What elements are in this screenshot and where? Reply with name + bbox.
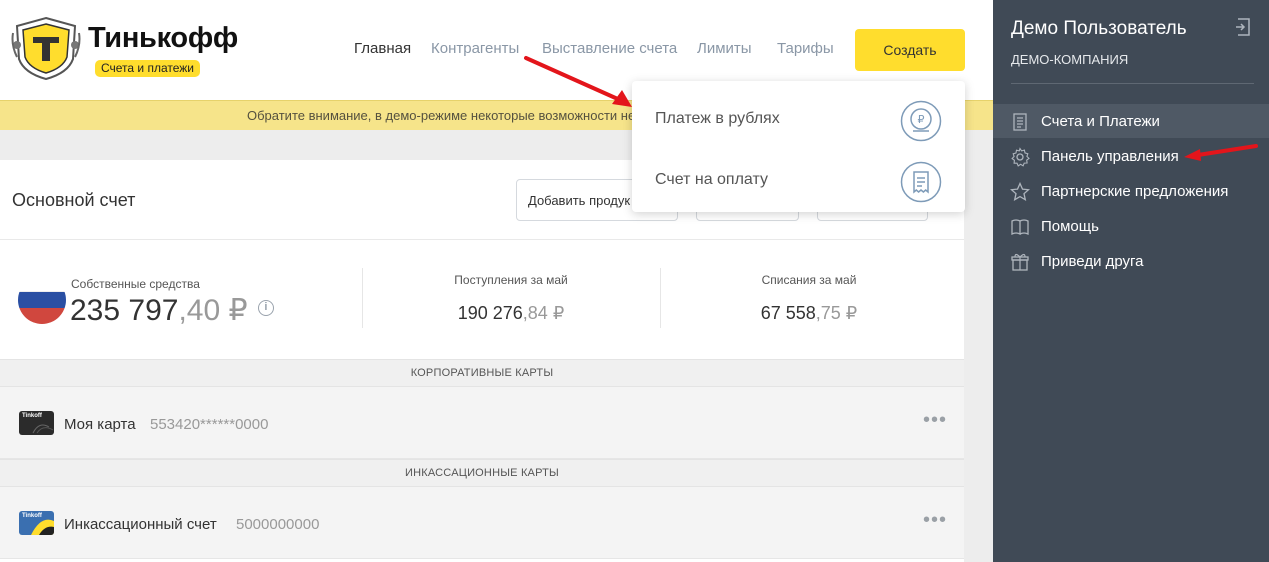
demo-notice-text: Обратите внимание, в демо-режиме некотор… xyxy=(247,108,643,123)
more-options-icon[interactable]: ••• xyxy=(923,509,947,532)
menu-item-label: Счет на оплату xyxy=(655,171,768,188)
logout-icon[interactable] xyxy=(1235,18,1251,36)
list-item[interactable]: Tinkoff Моя карта 553420******0000 ••• xyxy=(0,387,964,459)
collection-cards-header: ИНКАССАЦИОННЫЕ КАРТЫ xyxy=(0,459,964,487)
card-number: 553420******0000 xyxy=(150,416,269,433)
sidebar: Демо Пользователь ДЕМО-КОМПАНИЯ Счета и … xyxy=(993,0,1269,562)
russia-flag-icon xyxy=(18,276,66,324)
sidebar-item-label: Счета и Платежи xyxy=(1041,113,1160,130)
create-button[interactable]: Создать xyxy=(855,29,965,71)
expense-amount-int: 67 558 xyxy=(760,303,816,323)
list-item[interactable]: Tinkoff Инкассационный счет 5000000000 •… xyxy=(0,487,964,559)
corporate-cards-header: КОРПОРАТИВНЫЕ КАРТЫ xyxy=(0,359,964,387)
user-name: Демо Пользователь xyxy=(1011,18,1187,39)
more-options-icon[interactable]: ••• xyxy=(923,409,947,432)
sidebar-item-label: Панель управления xyxy=(1041,148,1179,165)
tinkoff-emblem-icon[interactable] xyxy=(11,15,81,81)
nav-item-home[interactable]: Главная xyxy=(354,40,411,57)
gift-icon xyxy=(1011,253,1029,271)
create-dropdown-menu: Платеж в рублях ₽ Счет на оплату xyxy=(632,81,965,212)
book-icon xyxy=(1011,219,1029,236)
nav-item-limits[interactable]: Лимиты xyxy=(697,40,752,57)
menu-item-label: Платеж в рублях xyxy=(655,110,780,127)
brand-subtitle-badge: Счета и платежи xyxy=(95,60,201,77)
expense-label: Списания за май xyxy=(761,273,857,287)
svg-text:₽: ₽ xyxy=(918,113,925,126)
income-amount-frac: ,84 ₽ xyxy=(522,303,565,323)
sidebar-item-accounts-payments[interactable]: Счета и Платежи xyxy=(993,104,1269,138)
sidebar-item-label: Партнерские предложения xyxy=(1041,183,1229,200)
card-name: Моя карта xyxy=(64,416,136,433)
divider xyxy=(660,268,661,328)
own-funds-amount-int: 235 797 xyxy=(70,294,179,327)
sidebar-item-help[interactable]: Помощь xyxy=(993,209,1269,243)
star-icon xyxy=(1010,182,1030,202)
sidebar-item-label: Помощь xyxy=(1041,218,1099,235)
company-name: ДЕМО-КОМПАНИЯ xyxy=(1011,52,1129,67)
card-thumbnail-icon: Tinkoff xyxy=(19,511,54,535)
sidebar-item-partner-offers[interactable]: Партнерские предложения xyxy=(993,174,1269,208)
income-amount: 190 276,84 ₽ xyxy=(411,303,611,324)
income-label: Поступления за май xyxy=(454,273,568,287)
brand-name: Тинькофф xyxy=(88,22,238,54)
nav-item-tariffs[interactable]: Тарифы xyxy=(777,40,834,57)
ruble-coin-icon: ₽ xyxy=(900,100,942,142)
info-icon[interactable]: i xyxy=(257,300,274,317)
card-number: 5000000000 xyxy=(236,516,320,533)
card-thumbnail-icon: Tinkoff xyxy=(19,411,54,435)
account-card: Основной счет Добавить продук Собственны… xyxy=(0,160,964,562)
own-funds-amount-frac: ,40 ₽ xyxy=(178,294,248,327)
gear-icon xyxy=(1011,147,1030,167)
nav-item-counterparties[interactable]: Контрагенты xyxy=(431,40,519,57)
receipt-icon xyxy=(900,161,942,203)
sidebar-item-control-panel[interactable]: Панель управления xyxy=(993,139,1269,173)
income-amount-int: 190 276 xyxy=(457,303,523,323)
sidebar-item-refer-friend[interactable]: Приведи друга xyxy=(993,244,1269,278)
expense-amount: 67 558,75 ₽ xyxy=(709,303,909,324)
menu-item-invoice[interactable]: Счет на оплату xyxy=(632,142,965,203)
document-list-icon xyxy=(1013,113,1027,131)
divider xyxy=(1011,83,1254,84)
card-name: Инкассационный счет xyxy=(64,516,217,533)
expense-amount-frac: ,75 ₽ xyxy=(815,303,858,323)
own-funds-amount: 235 797,40 ₽ i xyxy=(70,293,274,328)
nav-item-invoicing[interactable]: Выставление счета xyxy=(542,40,677,57)
own-funds-label: Собственные средства xyxy=(71,277,200,291)
sidebar-item-label: Приведи друга xyxy=(1041,253,1144,270)
divider xyxy=(0,239,964,240)
account-title: Основной счет xyxy=(12,190,136,210)
menu-item-ruble-payment[interactable]: Платеж в рублях ₽ xyxy=(632,81,965,142)
divider xyxy=(362,268,363,328)
